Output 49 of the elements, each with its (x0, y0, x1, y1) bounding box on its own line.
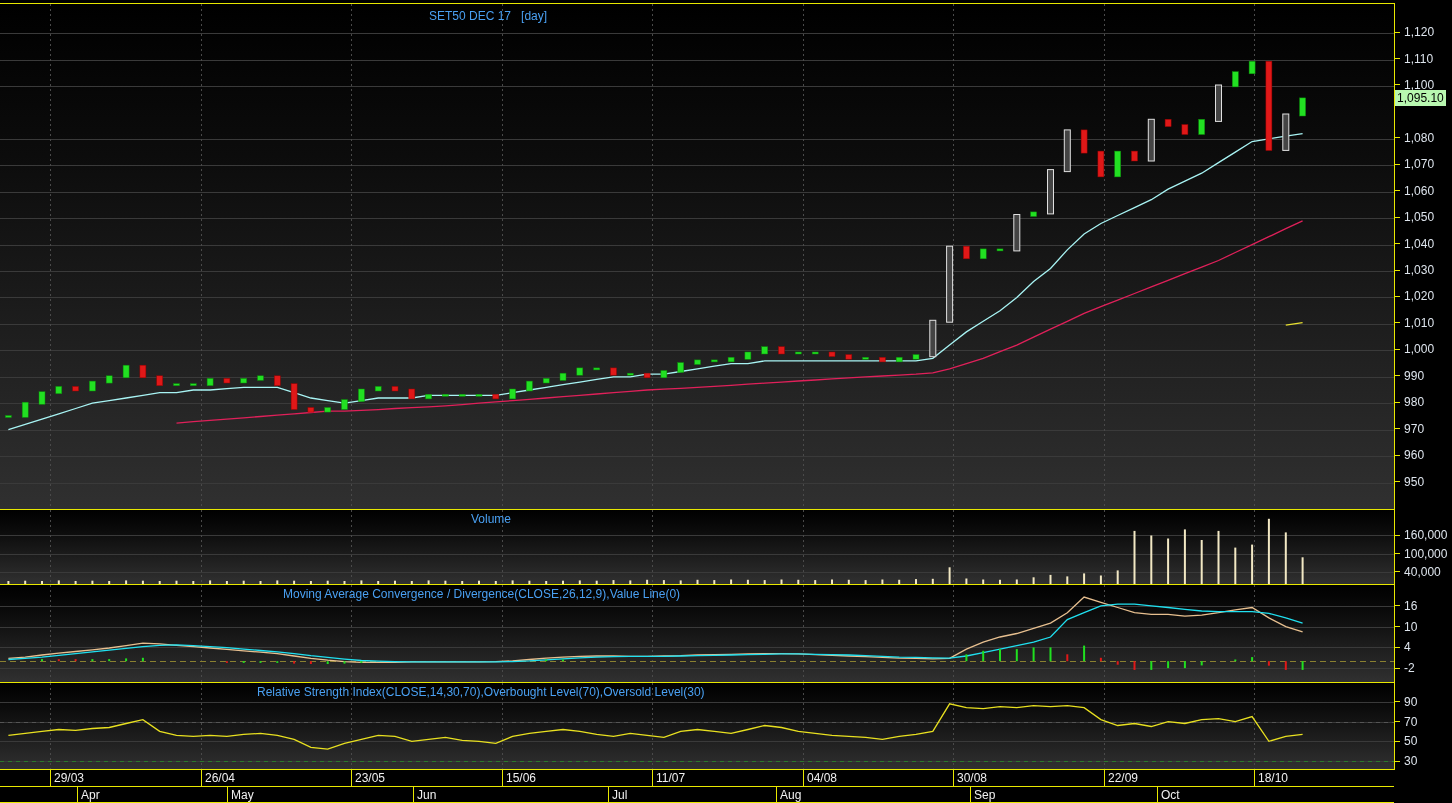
axis-label: 970 (1395, 420, 1425, 437)
axis-label: 1,110 (1395, 50, 1434, 67)
date-label: 23/05 (351, 770, 386, 786)
axis-label: 160,000 (1395, 527, 1448, 544)
axis-label: 1,050 (1395, 209, 1435, 226)
axis-label: 1,120 (1395, 24, 1435, 41)
axis-label: 1,030 (1395, 262, 1435, 279)
axis-label: 30 (1395, 753, 1418, 770)
axis-label: 1,060 (1395, 182, 1435, 199)
axis-label: 1,010 (1395, 314, 1435, 331)
axis-label: 40,000 (1395, 563, 1441, 580)
last-price-label: 1,095.10 (1395, 89, 1446, 106)
date-label: 04/08 (803, 770, 838, 786)
axis-label: 950 (1395, 473, 1425, 490)
axis-label: 1,070 (1395, 156, 1435, 173)
date-label: 18/10 (1254, 770, 1289, 786)
month-label: Jun (413, 787, 437, 802)
month-label: Jul (608, 787, 628, 802)
axis-label: 980 (1395, 394, 1425, 411)
axis-label: 4 (1395, 639, 1411, 656)
axis-label: 10 (1395, 618, 1418, 635)
interval-label: [day] (521, 9, 548, 23)
date-label: 11/07 (652, 770, 686, 786)
axis-label: 1,040 (1395, 235, 1435, 252)
axis-label: 990 (1395, 367, 1425, 384)
month-label: Sep (970, 787, 996, 802)
axis-label: 16 (1395, 597, 1418, 614)
month-label: Aug (776, 787, 802, 802)
panel-title: Volume (471, 512, 512, 526)
panel-title: Relative Strength Index(CLOSE,14,30,70),Overbought Level(70),Oversold Level(30) (257, 685, 705, 699)
date-label: 30/08 (953, 770, 988, 786)
axis-label: 1,000 (1395, 341, 1435, 358)
month-label: Apr (77, 787, 100, 802)
axis-label: -2 (1395, 660, 1415, 677)
axis-label: 50 (1395, 733, 1418, 750)
axis-label: 90 (1395, 693, 1418, 710)
date-label: 22/09 (1104, 770, 1139, 786)
axis-label: 960 (1395, 447, 1425, 464)
date-label: 15/06 (502, 770, 537, 786)
month-label: May (227, 787, 254, 802)
axis-label: 1,080 (1395, 129, 1435, 146)
chart-title: SET50 DEC 17 (429, 9, 512, 23)
panel-title: Moving Average Convergence / Divergence(CLOSE,26,12,9),Value Line(0) (283, 587, 681, 601)
axis-label: 100,000 (1395, 545, 1448, 562)
axis-label: 1,020 (1395, 288, 1435, 305)
month-label: Oct (1157, 787, 1180, 802)
date-label: 26/04 (201, 770, 236, 786)
axis-label: 70 (1395, 713, 1418, 730)
date-label: 29/03 (50, 770, 85, 786)
